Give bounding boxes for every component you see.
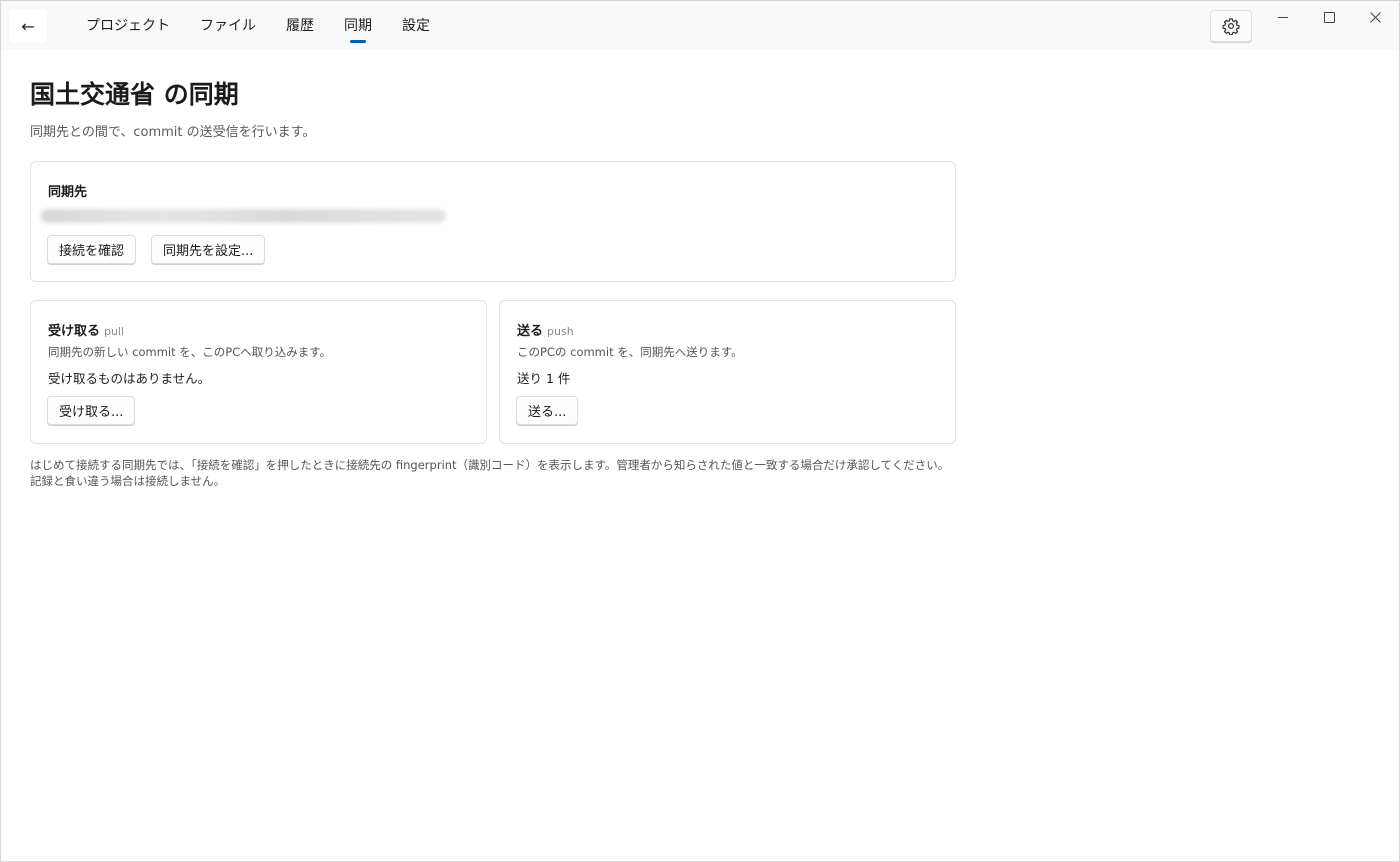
remote-url-redacted [41, 209, 446, 223]
tab-label: プロジェクト [86, 18, 170, 34]
tab-project[interactable]: プロジェクト [71, 1, 185, 49]
set-remote-button[interactable]: 同期先を設定... [151, 235, 266, 264]
tab-label: 履歴 [286, 18, 314, 34]
tab-history[interactable]: 履歴 [271, 1, 329, 49]
tab-sync[interactable]: 同期 [329, 1, 387, 49]
main-nav: プロジェクト ファイル 履歴 同期 設定 [71, 1, 445, 49]
fingerprint-notice: はじめて接続する同期先では、「接続を確認」を押したときに接続先の fingerp… [30, 458, 950, 488]
tab-settings[interactable]: 設定 [387, 1, 445, 49]
maximize-icon [1323, 11, 1335, 23]
active-tab-indicator [350, 40, 366, 43]
push-button[interactable]: 送る... [516, 396, 579, 425]
remote-card-title: 同期先 [48, 185, 88, 200]
minimize-icon [1278, 16, 1288, 18]
pull-card-title: 受け取る [48, 324, 101, 339]
gear-icon [1222, 17, 1240, 35]
tab-files[interactable]: ファイル [185, 1, 271, 49]
pull-tag: pull [104, 325, 125, 338]
back-arrow-icon: ← [21, 16, 35, 36]
app-window: ← プロジェクト ファイル 履歴 同期 設定 国土交通省 の同期 同期先との間で… [0, 0, 1400, 862]
pull-card-header: 受け取る pull [48, 320, 124, 339]
close-icon [1369, 11, 1381, 23]
check-connection-button[interactable]: 接続を確認 [47, 235, 137, 264]
tab-label: ファイル [200, 18, 256, 34]
push-card-desc: このPCの commit を、同期先へ送ります。 [517, 345, 743, 359]
title-bar: ← プロジェクト ファイル 履歴 同期 設定 [1, 1, 1399, 49]
pull-status: 受け取るものはありません。 [48, 371, 211, 386]
tab-label: 同期 [344, 18, 372, 34]
pull-button[interactable]: 受け取る... [47, 396, 136, 425]
maximize-button[interactable] [1306, 1, 1352, 33]
close-button[interactable] [1352, 1, 1398, 33]
push-card-header: 送る push [517, 320, 574, 339]
tab-label: 設定 [402, 18, 430, 34]
push-tag: push [547, 325, 574, 338]
push-card-title: 送る [517, 324, 544, 339]
back-button[interactable]: ← [9, 9, 47, 43]
settings-button[interactable] [1210, 10, 1252, 42]
minimize-button[interactable] [1260, 1, 1306, 33]
pull-card-desc: 同期先の新しい commit を、このPCへ取り込みます。 [48, 345, 332, 359]
push-status: 送り 1 件 [517, 371, 571, 386]
page-subtitle: 同期先との間で、commit の送受信を行います。 [30, 125, 316, 140]
page-title: 国土交通省 の同期 [30, 80, 239, 109]
